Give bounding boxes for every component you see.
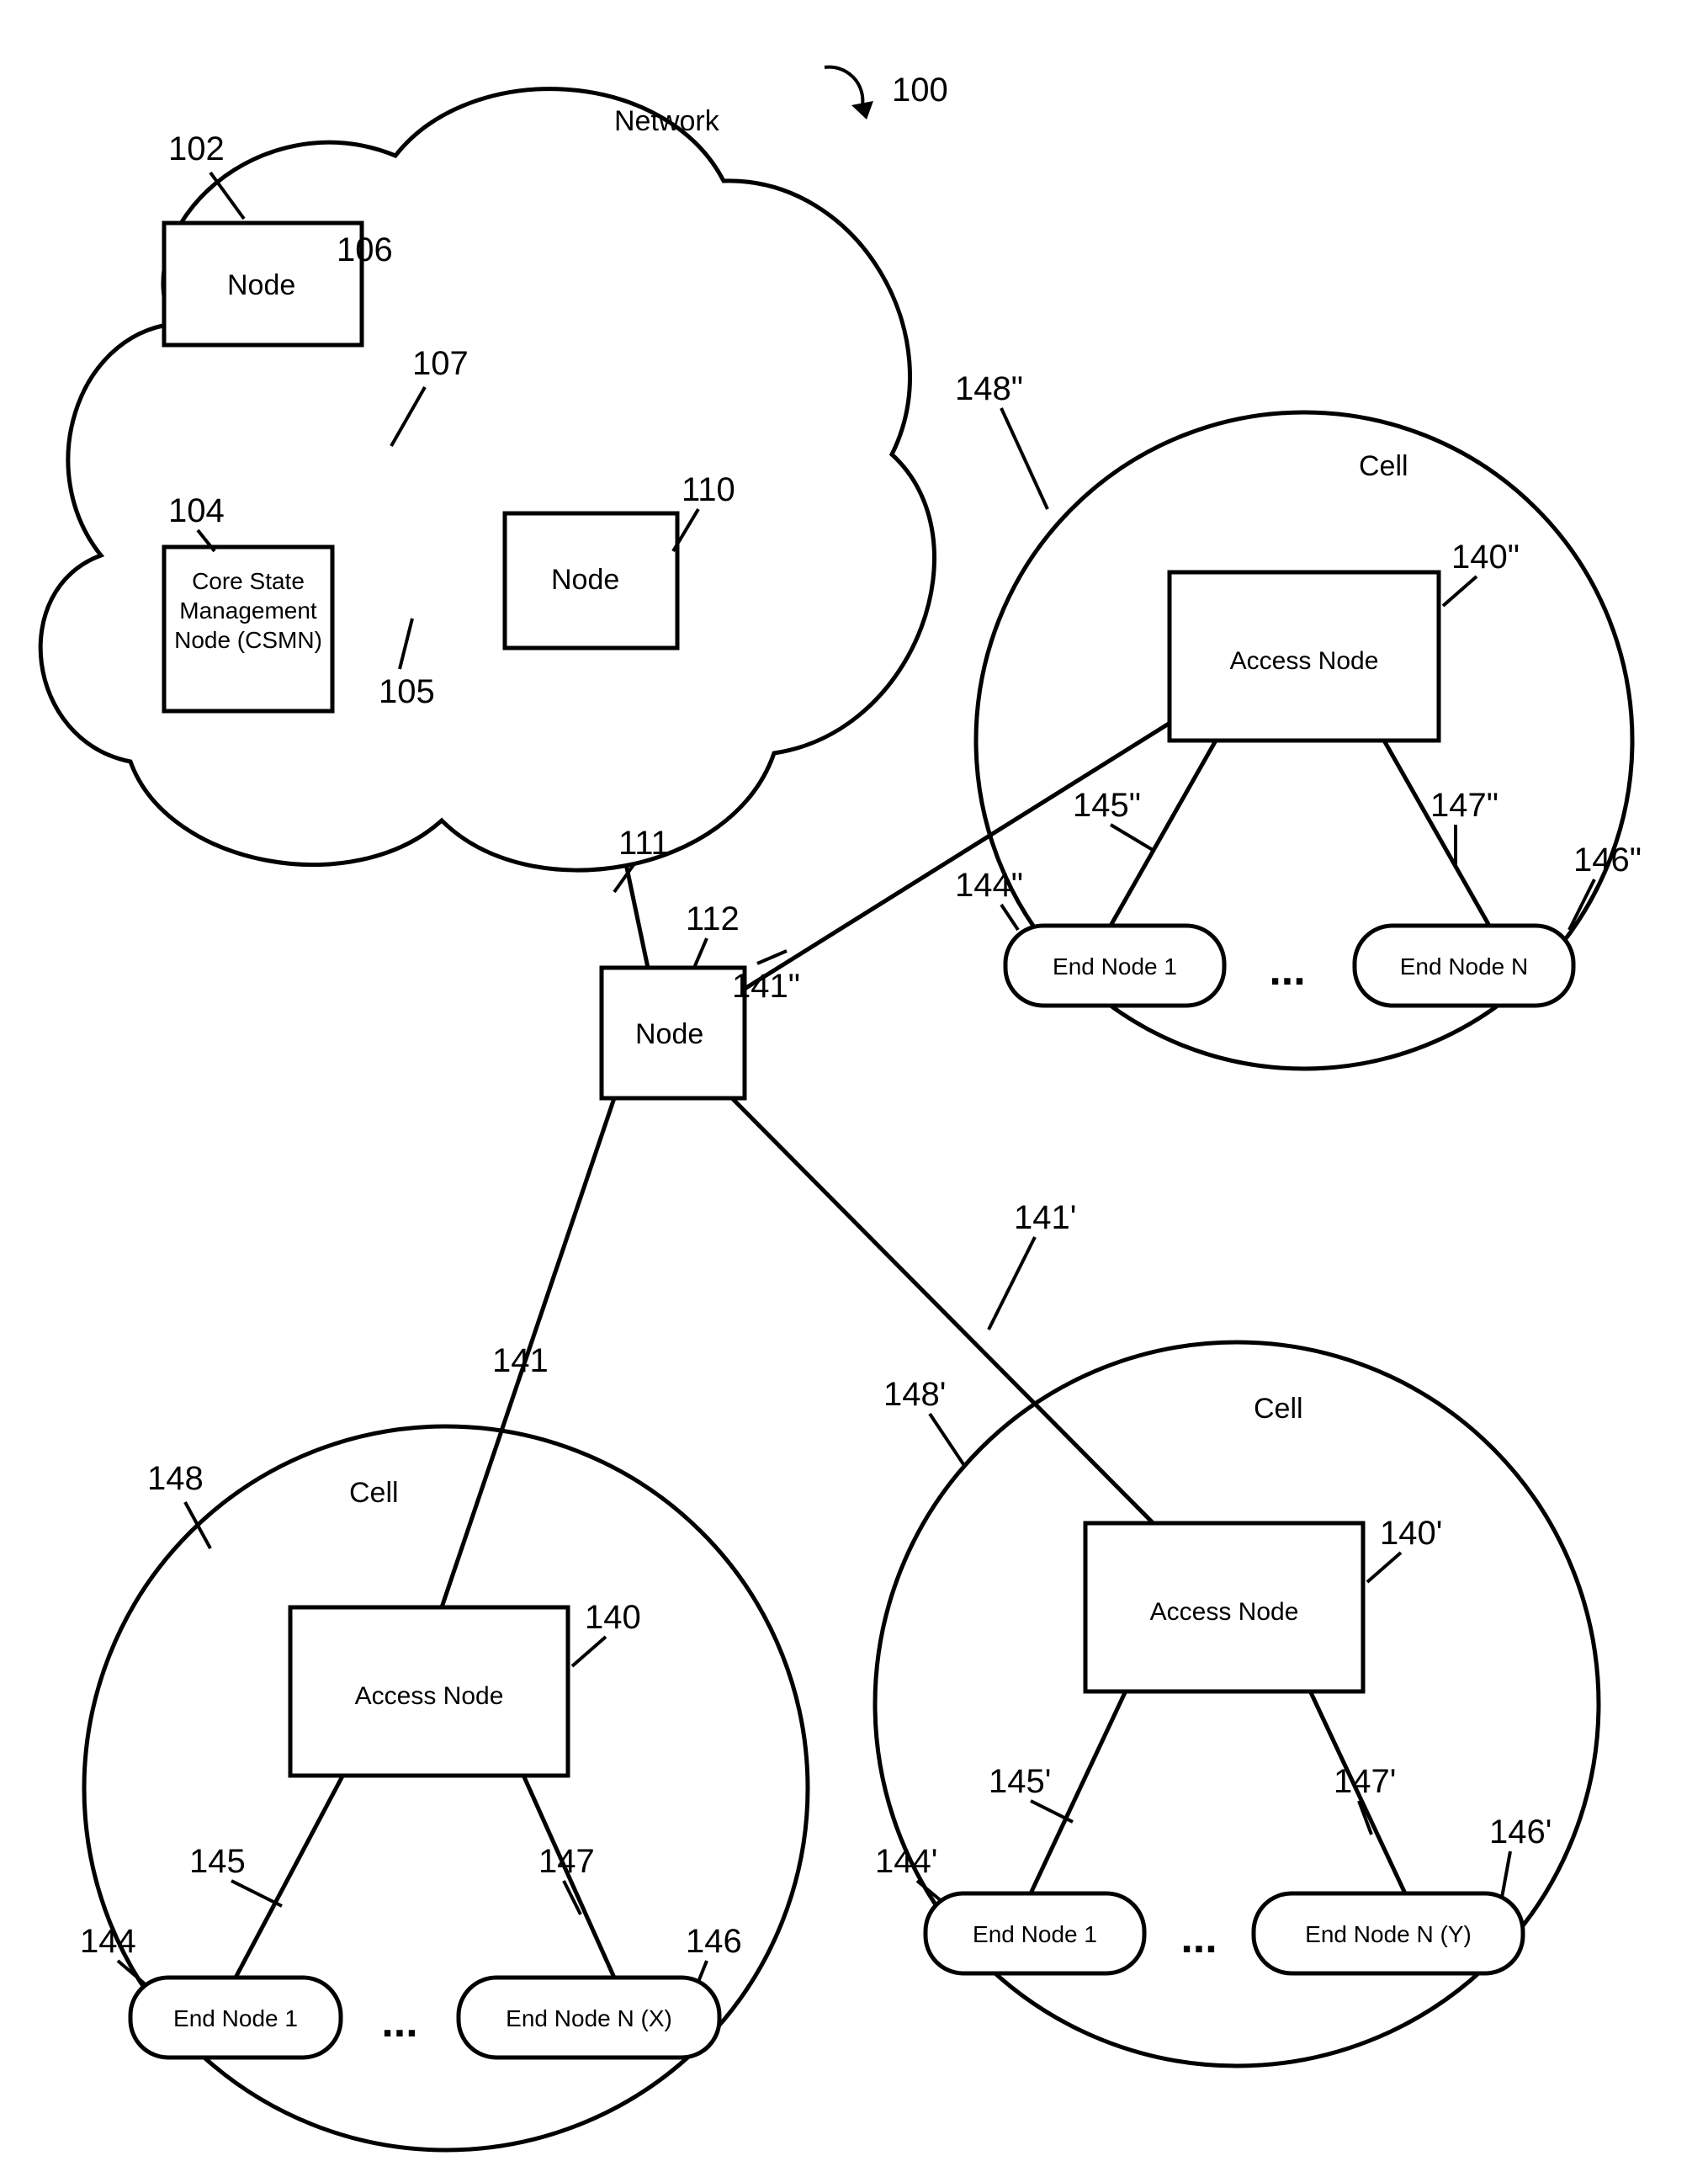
ref-141pp: 141" [732,968,800,1005]
ref-104: 104 [168,492,225,529]
diagram-canvas: Network 100 Node 102 106 107 Core State … [0,0,1708,2177]
node-mid-label: Node [551,564,619,596]
lead-148p [930,1414,963,1464]
ref-102: 102 [168,130,225,167]
ref-145: 145 [189,1843,246,1880]
cell-148-ellipsis: ... [381,1998,417,2047]
lead-140p [1367,1553,1401,1582]
ref-141: 141 [492,1342,549,1379]
link-141p [732,1098,1203,1574]
ref-146pp: 146" [1573,842,1642,879]
access-node-148-label: Access Node [355,1682,504,1710]
csmn-line2: Management [179,597,317,624]
cell-148p-label: Cell [1254,1393,1303,1425]
lead-112 [694,938,707,968]
lead-141pp [757,951,787,964]
ref-112: 112 [686,900,740,937]
lead-146 [698,1961,707,1982]
lead-148 [185,1502,210,1548]
ref-146: 146 [686,1923,742,1960]
ref-107: 107 [412,345,469,382]
ref-144pp: 144" [955,867,1023,904]
ref-148p: 148' [883,1376,946,1413]
ref-105: 105 [379,673,435,710]
csmn-line3: Node (CSMN) [174,627,322,653]
cell-148p-ellipsis: ... [1180,1914,1217,1962]
end-node-148-n-label: End Node N (X) [506,2005,672,2031]
end-node-148-1-label: End Node 1 [173,2005,298,2031]
cell-148-label: Cell [349,1477,399,1509]
ref-145pp: 145" [1073,787,1141,824]
csmn-line1: Core State [192,568,305,594]
end-node-148p-1-label: End Node 1 [973,1921,1097,1947]
figure-arrowhead [851,101,873,119]
end-node-148pp-n-label: End Node N [1400,953,1529,980]
link-145 [236,1771,345,1978]
node-gateway-label: Node [635,1018,703,1050]
access-node-148p-label: Access Node [1150,1598,1299,1626]
ref-110: 110 [682,471,735,508]
lead-144pp [1001,905,1018,930]
lead-141 [534,1271,555,1334]
lead-145p [1031,1801,1073,1822]
ref-148pp: 148" [955,370,1023,407]
ref-147pp: 147" [1430,787,1498,824]
ref-148: 148 [147,1460,204,1497]
link-147pp [1384,741,1489,926]
ref-141p: 141' [1014,1199,1076,1236]
lead-141p [989,1237,1035,1330]
ref-146p: 146' [1489,1813,1552,1850]
lead-146p [1502,1851,1510,1898]
network-label: Network [614,105,720,137]
lead-140 [572,1637,606,1666]
ref-144: 144 [80,1923,136,1960]
ref-140pp: 140" [1451,539,1520,576]
lead-145 [231,1881,282,1906]
ref-106: 106 [337,231,393,268]
lead-145pp [1111,825,1153,850]
ref-140: 140 [585,1599,641,1636]
end-node-148p-n-label: End Node N (Y) [1305,1921,1472,1947]
lead-144 [118,1961,147,1986]
network-cloud [40,89,934,870]
figure-arrow [825,67,862,105]
ref-147: 147 [538,1843,595,1880]
end-node-148pp-1-label: End Node 1 [1053,953,1177,980]
cell-148pp-ellipsis: ... [1269,946,1305,995]
ref-145p: 145' [989,1763,1051,1800]
lead-140pp [1443,576,1477,606]
ref-111: 111 [618,825,670,862]
lead-148pp [1001,408,1048,509]
ref-140p: 140' [1380,1515,1442,1552]
access-node-148pp-label: Access Node [1230,647,1379,675]
cell-148pp-label: Cell [1359,450,1408,482]
figure-ref: 100 [892,72,948,109]
node-top-label: Node [227,269,295,301]
ref-147p: 147' [1334,1763,1396,1800]
ref-144p: 144' [875,1843,937,1880]
